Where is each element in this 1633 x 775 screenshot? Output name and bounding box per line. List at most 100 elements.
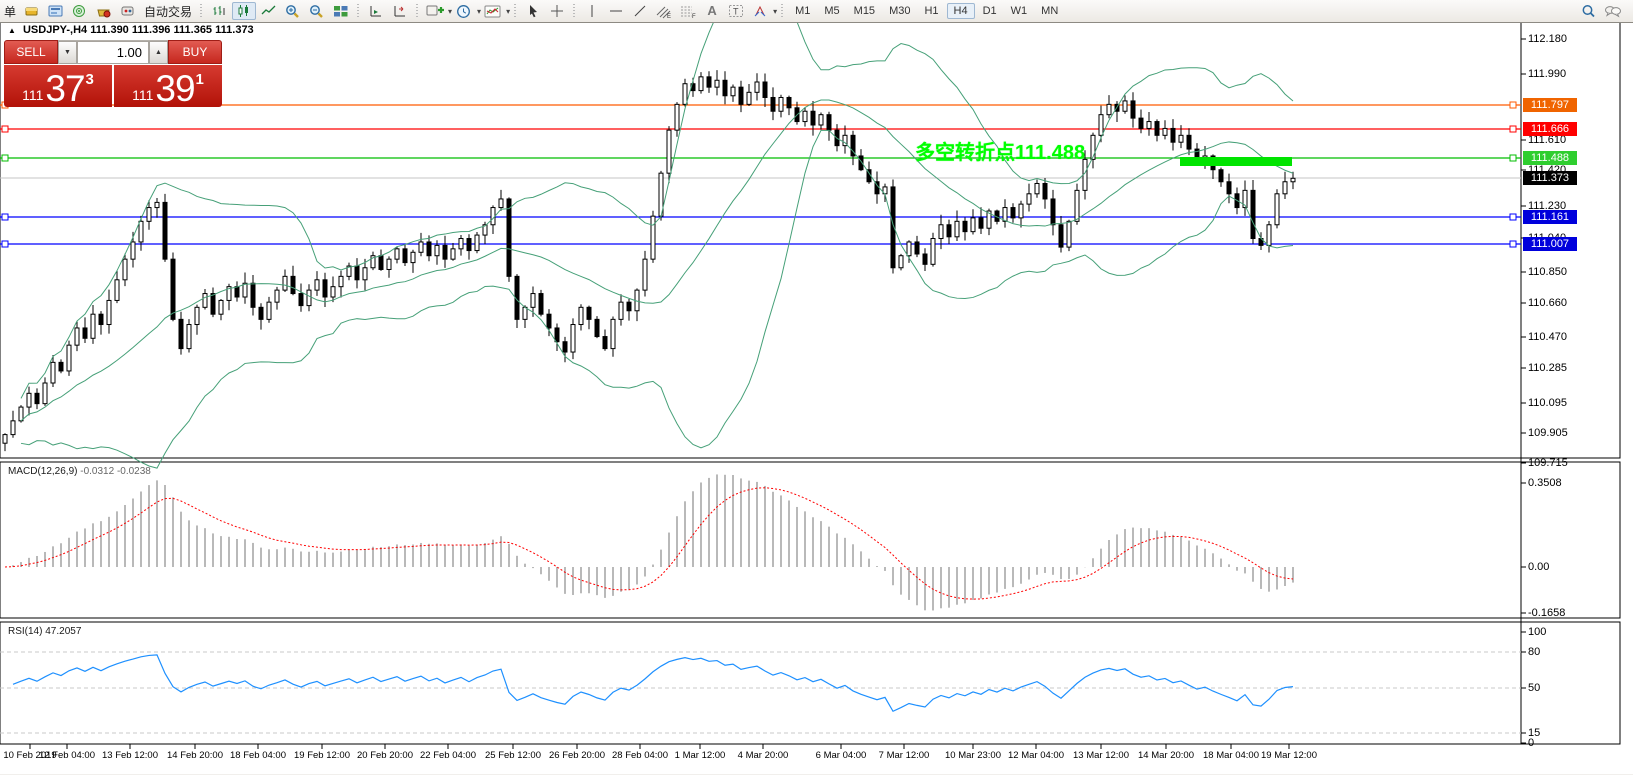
one-click-trading-panel: SELL ▼ 1.00 ▲ BUY 111 37 3 111 39 1 (4, 40, 222, 107)
svg-text:T: T (733, 7, 739, 17)
date-axis-label: 19 Feb 12:00 (294, 750, 350, 761)
date-axis-label: 18 Mar 04:00 (1203, 750, 1259, 761)
date-axis-label: 20 Feb 20:00 (357, 750, 413, 761)
chart-shift-icon[interactable] (389, 2, 411, 20)
rsi-label: RSI(14) 47.2057 (8, 626, 81, 637)
autotrading-button[interactable]: 自动交易 (140, 3, 196, 20)
terminal-icon[interactable] (93, 2, 115, 20)
candlestick-chart-icon[interactable] (232, 2, 256, 20)
timeframe-w1[interactable]: W1 (1005, 4, 1034, 18)
date-axis-label: 4 Mar 20:00 (738, 750, 789, 761)
date-axis-label: 10 Mar 23:00 (945, 750, 1001, 761)
timeframe-h1[interactable]: H1 (918, 4, 944, 18)
svg-text:E: E (667, 14, 671, 19)
trendline-icon[interactable] (629, 2, 651, 20)
chart-canvas[interactable] (0, 0, 1633, 774)
zoom-out-icon[interactable] (306, 2, 328, 20)
sell-price-box[interactable]: 111 37 3 (4, 65, 112, 107)
toolbar-separator (414, 2, 421, 20)
market-watch-icon[interactable] (45, 2, 67, 20)
price-axis-tick: 109.715 (1528, 457, 1568, 469)
rsi-axis-tick: 100 (1528, 626, 1546, 638)
timeframe-m5[interactable]: M5 (818, 4, 845, 18)
arrows-icon[interactable] (749, 2, 771, 20)
timeframe-m30[interactable]: M30 (883, 4, 916, 18)
price-axis-tick: 110.095 (1528, 397, 1567, 409)
new-chart-dropdown[interactable]: ▾ (448, 7, 452, 16)
price-axis-tick: 109.905 (1528, 427, 1568, 439)
vertical-line-icon[interactable] (581, 2, 603, 20)
menu-fragment[interactable]: 单 (0, 3, 20, 20)
sell-price-pips: 37 (45, 72, 84, 105)
macd-signal-value: -0.0238 (117, 466, 151, 477)
date-axis-label: 6 Mar 04:00 (816, 750, 867, 761)
volume-decrease-button[interactable]: ▼ (58, 41, 77, 64)
timeframe-mn[interactable]: MN (1035, 4, 1064, 18)
buy-price-box[interactable]: 111 39 1 (114, 65, 222, 107)
hline-price-label: 111.161 (1523, 210, 1577, 224)
timeframe-h4[interactable]: H4 (947, 3, 975, 19)
timeframe-d1[interactable]: D1 (977, 4, 1003, 18)
new-chart-icon[interactable] (424, 2, 446, 20)
price-axis-tick: 110.850 (1528, 266, 1567, 278)
rsi-value: 47.2057 (45, 626, 81, 637)
date-axis-label: 25 Feb 12:00 (485, 750, 541, 761)
autotrading-icon[interactable] (117, 2, 139, 20)
label-icon[interactable]: T (725, 2, 747, 20)
toolbar-separator (198, 2, 205, 20)
arrows-dropdown[interactable]: ▾ (773, 7, 777, 16)
macd-axis-tick: 0.00 (1528, 561, 1549, 573)
date-axis-label: 22 Feb 04:00 (420, 750, 476, 761)
timeframe-m15[interactable]: M15 (848, 4, 881, 18)
price-axis-tick: 111.990 (1528, 68, 1566, 80)
hline-price-label: 111.007 (1523, 237, 1577, 251)
navigator-icon[interactable] (69, 2, 91, 20)
hline-price-label: 111.666 (1523, 122, 1577, 136)
symbol-period: USDJPY-,H4 (23, 24, 87, 36)
chart-annotation-text[interactable]: 多空转折点111.488 (915, 136, 1085, 165)
sell-price-figure: 111 (22, 85, 43, 105)
channel-icon[interactable]: E (653, 2, 675, 20)
collapse-ohlc-icon[interactable]: ▲ (8, 26, 16, 35)
auto-scroll-icon[interactable] (365, 2, 387, 20)
timeframe-m1[interactable]: M1 (789, 4, 816, 18)
date-axis-label: 12 Feb 04:00 (39, 750, 95, 761)
chat-icon[interactable] (1602, 2, 1624, 20)
toolbar-separator (512, 2, 519, 20)
indicators-icon[interactable] (482, 2, 504, 20)
crosshair-icon[interactable] (546, 2, 568, 20)
date-axis-label: 14 Feb 20:00 (167, 750, 223, 761)
fibonacci-icon[interactable]: F (677, 2, 699, 20)
buy-price-figure: 111 (132, 85, 153, 105)
tile-windows-icon[interactable] (330, 2, 352, 20)
buy-price-point: 1 (196, 65, 204, 95)
line-chart-icon[interactable] (258, 2, 280, 20)
current-price-label: 111.373 (1523, 171, 1577, 185)
macd-main-value: -0.0312 (80, 466, 114, 477)
date-axis-label: 18 Feb 04:00 (230, 750, 286, 761)
date-axis-label: 12 Mar 04:00 (1008, 750, 1064, 761)
indicators-dropdown[interactable]: ▾ (506, 7, 510, 16)
hline-price-label: 111.797 (1523, 98, 1577, 112)
bar-chart-icon[interactable] (208, 2, 230, 20)
text-icon[interactable]: A (701, 2, 723, 20)
svg-text:F: F (692, 14, 696, 19)
date-axis-label: 28 Feb 04:00 (612, 750, 668, 761)
zoom-in-icon[interactable] (282, 2, 304, 20)
profiles-icon[interactable] (453, 2, 475, 20)
new-order-icon[interactable] (21, 2, 43, 20)
rsi-axis-tick: 50 (1528, 682, 1540, 694)
horizontal-line-icon[interactable] (605, 2, 627, 20)
sell-button[interactable]: SELL (4, 40, 58, 64)
ohlc-high: 111.396 (132, 24, 171, 36)
buy-button[interactable]: BUY (168, 40, 222, 64)
volume-input[interactable]: 1.00 (77, 41, 149, 64)
rsi-axis-tick: 80 (1528, 646, 1540, 658)
toolbar-separator (571, 2, 578, 20)
profiles-dropdown[interactable]: ▾ (477, 7, 481, 16)
cursor-icon[interactable] (522, 2, 544, 20)
search-icon[interactable] (1578, 2, 1600, 20)
volume-increase-button[interactable]: ▲ (149, 41, 168, 64)
ohlc-close: 111.373 (215, 24, 254, 36)
sell-price-point: 3 (86, 65, 94, 95)
